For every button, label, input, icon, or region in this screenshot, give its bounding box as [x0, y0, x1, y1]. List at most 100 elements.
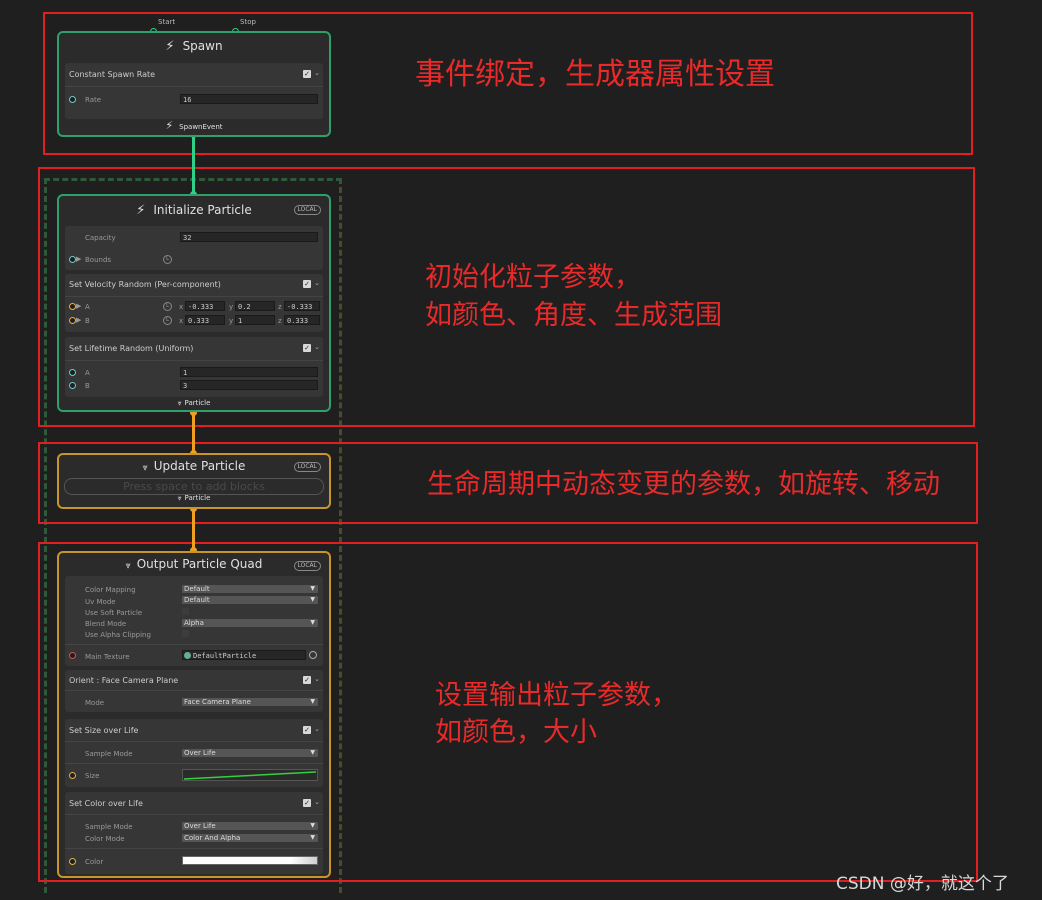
color-mode-label: Color Mode — [85, 835, 125, 843]
size-curve-field[interactable] — [182, 769, 318, 781]
color-port[interactable] — [69, 858, 76, 865]
expand-arrow-icon[interactable]: ▶ — [76, 255, 81, 263]
chevron-down-icon[interactable]: ⌄ — [314, 725, 320, 733]
expand-arrow-icon[interactable]: ▶ — [76, 302, 81, 310]
particle-output-port[interactable]: ⩔ Particle — [59, 399, 329, 408]
rate-field[interactable]: 16 — [180, 94, 318, 104]
annotation-spawn: 事件绑定，生成器属性设置 — [415, 57, 775, 92]
bounds-port[interactable] — [69, 256, 76, 263]
velocity-b-z[interactable]: 0.333 — [284, 315, 320, 325]
output-context[interactable]: ⩔ Output Particle Quad LOCAL Color Mappin… — [57, 551, 331, 878]
z-label: z — [278, 303, 282, 311]
constant-spawn-rate-block[interactable]: Constant Spawn Rate ✓ ⌄ Rate 16 — [65, 63, 323, 119]
capacity-field[interactable]: 32 — [180, 232, 318, 242]
particle-output-port[interactable]: ⩔ Particle — [59, 494, 329, 503]
size-curve-icon — [183, 771, 317, 780]
divider — [65, 814, 323, 815]
chevron-down-icon[interactable]: ⌄ — [314, 798, 320, 806]
divider — [65, 644, 323, 645]
update-title: ⩔ Update Particle — [59, 459, 329, 473]
lifetime-a-port[interactable] — [69, 369, 76, 376]
chevron-down-icon[interactable]: ⌄ — [314, 279, 320, 287]
size-port[interactable] — [69, 772, 76, 779]
set-lifetime-random-block[interactable]: Set Lifetime Random (Uniform) ✓ ⌄ A 1 B … — [65, 337, 323, 397]
lifetime-b-port[interactable] — [69, 382, 76, 389]
velocity-b-label: B — [85, 317, 90, 325]
velocity-b-x[interactable]: 0.333 — [185, 315, 225, 325]
size-label: Size — [85, 772, 100, 780]
chevron-down-icon[interactable]: ⌄ — [314, 69, 320, 77]
rate-port[interactable] — [69, 96, 76, 103]
set-size-over-life-block[interactable]: Set Size over Life ✓ ⌄ Sample Mode Over … — [65, 719, 323, 787]
spawn-event-port[interactable]: ⚡ SpawnEvent — [59, 119, 329, 132]
initialize-title: ⚡ Initialize Particle — [59, 203, 329, 218]
lightning-icon: ⚡ — [165, 39, 175, 54]
spawn-title: ⚡ Spawn — [59, 39, 329, 54]
dropdown-arrow-icon: ▼ — [310, 698, 315, 705]
velocity-a-z[interactable]: -0.333 — [284, 301, 320, 311]
size-sample-mode-dropdown[interactable]: Over Life ▼ — [182, 749, 318, 757]
z-label: z — [278, 317, 282, 325]
particle-port-label: Particle — [184, 494, 211, 502]
color-mode-dropdown[interactable]: Color And Alpha ▼ — [182, 834, 318, 842]
add-blocks-area[interactable]: Press space to add blocks — [64, 478, 324, 495]
velocity-a-port[interactable] — [69, 303, 76, 310]
main-texture-field[interactable]: DefaultParticle — [182, 650, 306, 660]
block-title: Orient : Face Camera Plane — [69, 676, 179, 685]
chevron-down-icon[interactable]: ⌄ — [314, 343, 320, 351]
local-space-badge[interactable]: LOCAL — [293, 561, 321, 571]
lightning-icon: ⚡ — [165, 119, 174, 132]
block-enabled-checkbox[interactable]: ✓ — [303, 726, 311, 734]
lifetime-b-label: B — [85, 382, 90, 390]
initialize-context[interactable]: ⚡ Initialize Particle LOCAL Capacity 32 ▶… — [57, 194, 331, 412]
velocity-b-port[interactable] — [69, 317, 76, 324]
color-gradient-field[interactable] — [182, 856, 318, 865]
x-label: x — [179, 303, 184, 311]
local-space-icon[interactable]: L — [163, 316, 172, 325]
chevron-down-icon[interactable]: ⌄ — [314, 675, 320, 683]
main-texture-port[interactable] — [69, 652, 76, 659]
soft-particle-checkbox[interactable] — [182, 608, 189, 615]
local-space-icon[interactable]: L — [163, 302, 172, 311]
particle-icon: ⩔ — [177, 399, 182, 407]
uv-mode-dropdown[interactable]: Default ▼ — [182, 596, 318, 604]
lifetime-b-field[interactable]: 3 — [180, 380, 318, 390]
orient-block[interactable]: Orient : Face Camera Plane ✓ ⌄ Mode Face… — [65, 670, 323, 712]
annotation-output-line2: 如颜色，大小 — [435, 717, 597, 748]
block-enabled-checkbox[interactable]: ✓ — [303, 676, 311, 684]
divider — [65, 296, 323, 297]
lightning-icon: ⚡ — [136, 203, 146, 218]
stop-port-label: Stop — [240, 18, 256, 26]
block-enabled-checkbox[interactable]: ✓ — [303, 344, 311, 352]
block-title: Set Size over Life — [69, 726, 139, 735]
lifetime-a-field[interactable]: 1 — [180, 367, 318, 377]
expand-arrow-icon[interactable]: ▶ — [76, 316, 81, 324]
sample-mode-label: Sample Mode — [85, 750, 133, 758]
velocity-a-y[interactable]: 0.2 — [235, 301, 275, 311]
local-space-badge[interactable]: LOCAL — [293, 205, 321, 215]
block-enabled-checkbox[interactable]: ✓ — [303, 70, 311, 78]
velocity-b-y[interactable]: 1 — [235, 315, 275, 325]
set-color-over-life-block[interactable]: Set Color over Life ✓ ⌄ Sample Mode Over… — [65, 792, 323, 874]
orient-mode-dropdown[interactable]: Face Camera Plane ▼ — [182, 698, 318, 706]
spawn-context[interactable]: ⚡ Spawn Constant Spawn Rate ✓ ⌄ Rate 16 ⚡… — [57, 31, 331, 137]
block-enabled-checkbox[interactable]: ✓ — [303, 280, 311, 288]
blend-mode-dropdown[interactable]: Alpha ▼ — [182, 619, 318, 627]
alpha-clipping-label: Use Alpha Clipping — [85, 631, 151, 639]
local-space-icon[interactable]: L — [163, 255, 172, 264]
alpha-clipping-checkbox[interactable] — [182, 630, 189, 637]
block-enabled-checkbox[interactable]: ✓ — [303, 799, 311, 807]
update-context[interactable]: ⩔ Update Particle LOCAL Press space to ad… — [57, 453, 331, 509]
main-texture-label: Main Texture — [85, 653, 130, 661]
color-sample-mode-dropdown[interactable]: Over Life ▼ — [182, 822, 318, 830]
particle-port-label: Particle — [184, 399, 211, 407]
local-space-badge[interactable]: LOCAL — [293, 462, 321, 472]
capacity-label: Capacity — [85, 234, 116, 242]
dropdown-arrow-icon: ▼ — [310, 822, 315, 829]
annotation-initialize-line1: 初始化粒子参数， — [425, 262, 641, 293]
velocity-a-x[interactable]: -0.333 — [185, 301, 225, 311]
color-mapping-dropdown[interactable]: Default ▼ — [182, 585, 318, 593]
object-picker-icon[interactable] — [309, 651, 317, 659]
divider — [65, 741, 323, 742]
set-velocity-random-block[interactable]: Set Velocity Random (Per-component) ✓ ⌄ … — [65, 274, 323, 332]
